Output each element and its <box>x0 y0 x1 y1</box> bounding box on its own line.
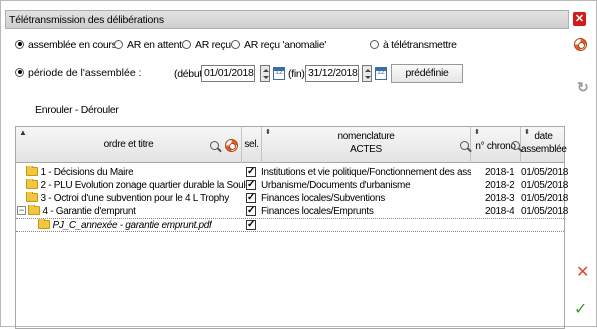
radio-label: AR en attente <box>127 39 188 51</box>
radio-button[interactable] <box>182 39 191 49</box>
deliberations-table: ▲ ordre et titre sel. ⬍ nomenclature ACT… <box>15 126 568 329</box>
radio-ar-recu-anomalie[interactable]: AR reçu 'anomalie' <box>231 39 326 51</box>
search-icon[interactable] <box>460 141 469 150</box>
sort-icon[interactable]: ⬍ <box>474 128 480 136</box>
column-header-ordre[interactable]: ▲ ordre et titre <box>16 127 242 163</box>
row-title: 2 - PLU Evolution zonage quartier durabl… <box>40 180 251 191</box>
annexe-title-cell: PJ_C_annexée - garantie emprunt.pdf <box>38 219 212 232</box>
predefinie-button[interactable]: prédéfinie <box>391 64 463 83</box>
dialog-frame: Télétransmission des délibérations ✕ ass… <box>0 0 597 329</box>
radio-label: AR reçu <box>195 39 231 51</box>
folder-icon <box>26 192 38 202</box>
row-title-cell: 3 - Octroi d'une subvention pour le 4 L … <box>26 192 229 205</box>
search-icon[interactable] <box>511 141 520 150</box>
table-header: ▲ ordre et titre sel. ⬍ nomenclature ACT… <box>16 127 567 163</box>
annexe-row[interactable]: PJ_C_annexée - garantie emprunt.pdf ✓ <box>16 218 564 232</box>
date-debut-spinner[interactable] <box>260 65 270 82</box>
folder-icon <box>26 166 38 176</box>
folder-icon <box>28 205 40 215</box>
fin-label: (fin) <box>288 68 305 80</box>
calendar-icon[interactable]: 12 <box>273 67 285 80</box>
header-label: ordre et titre <box>103 139 154 150</box>
row-title: 1 - Décisions du Maire <box>40 167 134 178</box>
periode-label: période de l'assemblée : <box>28 67 142 79</box>
table-row[interactable]: 3 - Octroi d'une subvention pour le 4 L … <box>16 192 568 205</box>
radio-ar-en-attente[interactable]: AR en attente <box>114 39 188 51</box>
row-nomenclature: Finances locales/Emprunts <box>261 206 374 217</box>
close-icon[interactable]: ✕ <box>573 12 586 26</box>
row-chrono: 2018-2 <box>485 180 515 191</box>
table-row[interactable]: 1 - Décisions du Maire ✓ Institutions et… <box>16 166 568 179</box>
radio-a-teletransmettre[interactable]: à télétransmettre <box>370 39 457 51</box>
annexe-title: PJ_C_annexée - garantie emprunt.pdf <box>52 220 212 231</box>
row-checkbox[interactable]: ✓ <box>246 167 256 177</box>
title-bar: Télétransmission des délibérations <box>5 10 569 29</box>
header-label: assemblée <box>521 144 567 155</box>
radio-label: AR reçu 'anomalie' <box>244 39 327 51</box>
radio-button[interactable] <box>231 39 240 49</box>
tree-toggle-link[interactable]: Enrouler - Dérouler <box>35 104 119 116</box>
row-chrono: 2018-3 <box>485 193 515 204</box>
radio-button[interactable] <box>15 67 24 77</box>
header-label: nomenclature <box>337 131 395 142</box>
radio-periode[interactable]: période de l'assemblée : <box>15 67 142 79</box>
row-title-cell: 2 - PLU Evolution zonage quartier durabl… <box>26 179 251 192</box>
row-chrono: 2018-4 <box>485 206 515 217</box>
folder-icon <box>26 179 38 189</box>
annexe-checkbox[interactable]: ✓ <box>246 220 256 230</box>
column-header-sel[interactable]: sel. <box>242 127 262 163</box>
row-date: 01/05/2018 <box>521 180 569 191</box>
radio-label: assemblée en cours <box>28 39 117 51</box>
row-checkbox[interactable]: ✓ <box>246 193 256 203</box>
sort-up-icon[interactable]: ▲ <box>19 128 27 137</box>
header-label: date <box>534 131 553 142</box>
header-label: ACTES <box>350 144 382 155</box>
column-header-chrono[interactable]: ⬍ n° chrono <box>471 127 521 163</box>
row-nomenclature: Finances locales/Subventions <box>261 193 385 204</box>
calendar-icon[interactable]: 12 <box>375 67 387 80</box>
table-row[interactable]: − 4 - Garantie d'emprunt ✓ Finances loca… <box>16 205 568 218</box>
lifebuoy-icon[interactable] <box>225 139 238 152</box>
table-empty-area <box>16 232 564 328</box>
row-title-cell: 1 - Décisions du Maire <box>26 166 133 179</box>
column-header-date[interactable]: ⬍ date assemblée <box>521 127 567 163</box>
radio-button[interactable] <box>15 39 24 49</box>
row-date: 01/05/2018 <box>521 206 569 217</box>
date-fin-input[interactable]: 31/12/2018 <box>305 65 359 82</box>
lifebuoy-icon[interactable] <box>574 38 587 51</box>
row-checkbox[interactable]: ✓ <box>246 206 256 216</box>
date-fin-spinner[interactable] <box>362 65 372 82</box>
header-label: sel. <box>244 139 259 150</box>
search-icon[interactable] <box>210 141 219 150</box>
row-chrono: 2018-1 <box>485 167 515 178</box>
row-title-cell: − 4 - Garantie d'emprunt <box>17 205 136 218</box>
radio-ar-recu[interactable]: AR reçu <box>182 39 231 51</box>
row-nomenclature: Urbanisme/Documents d'urbanisme <box>261 180 411 191</box>
radio-button[interactable] <box>114 39 123 49</box>
collapse-icon[interactable]: − <box>17 205 26 215</box>
row-date: 01/05/2018 <box>521 193 569 204</box>
table-row[interactable]: 2 - PLU Evolution zonage quartier durabl… <box>16 179 568 192</box>
date-debut-input[interactable]: 01/01/2018 <box>201 65 255 82</box>
row-title: 3 - Octroi d'une subvention pour le 4 L … <box>40 193 229 204</box>
refresh-icon[interactable]: ↻ <box>577 80 589 94</box>
row-nomenclature: Institutions et vie politique/Fonctionne… <box>261 167 471 178</box>
row-checkbox[interactable]: ✓ <box>246 180 256 190</box>
green-check-icon[interactable]: ✓ <box>574 302 587 318</box>
row-date: 01/05/2018 <box>521 167 569 178</box>
window-title: Télétransmission des délibérations <box>9 14 164 26</box>
red-x-icon[interactable]: ✕ <box>576 265 589 281</box>
row-title: 4 - Garantie d'emprunt <box>42 206 136 217</box>
radio-button[interactable] <box>370 39 379 49</box>
folder-icon <box>38 219 50 229</box>
radio-assemblee-en-cours[interactable]: assemblée en cours <box>15 39 117 51</box>
radio-label: à télétransmettre <box>383 39 457 51</box>
column-header-nomenclature[interactable]: ⬍ nomenclature ACTES <box>262 127 471 163</box>
